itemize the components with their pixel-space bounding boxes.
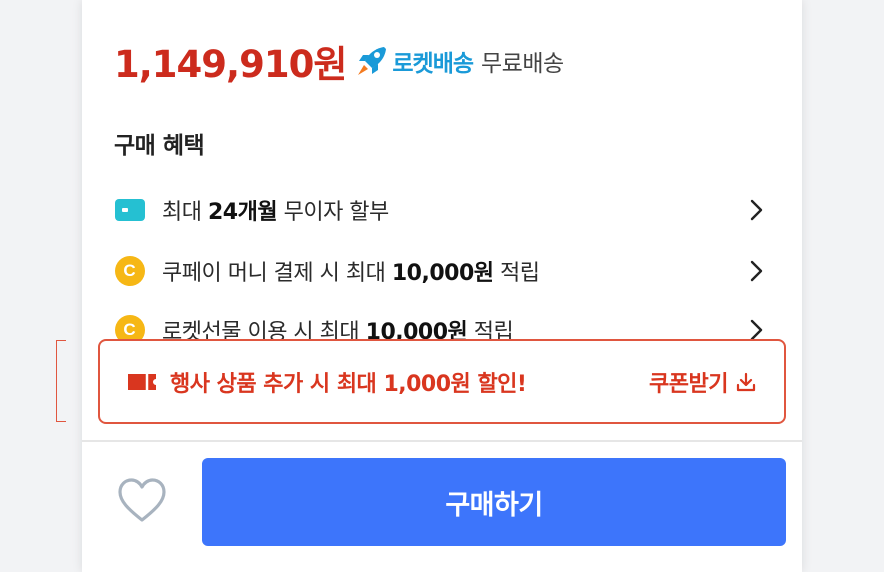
get-coupon-button[interactable]: 쿠폰받기 xyxy=(649,366,758,398)
download-icon xyxy=(736,372,756,391)
buy-button[interactable]: 구매하기 xyxy=(202,458,786,546)
get-coupon-label: 쿠폰받기 xyxy=(649,371,728,397)
footer-divider xyxy=(82,440,802,442)
benefit-label: 최대 24개월 무이자 할부 xyxy=(162,200,389,225)
price-amount: 1,149,910원 xyxy=(114,43,347,86)
benefit-coupay[interactable]: C 쿠페이 머니 결제 시 최대 10,000원 적립 xyxy=(114,251,770,291)
chevron-right-icon[interactable] xyxy=(742,316,770,340)
coupon-text: 행사 상품 추가 시 최대 1,000원 할인! xyxy=(170,371,527,397)
side-bracket-marker xyxy=(56,340,66,422)
free-shipping-label: 무료배송 xyxy=(481,51,564,77)
price-row: 1,149,910원 로켓배송 무료배송 xyxy=(114,34,564,88)
coupon-ticket-icon xyxy=(128,373,156,390)
benefit-list-clip: C 로켓선물 이용 시 최대 10,000원 적립 xyxy=(82,310,802,340)
chevron-right-icon[interactable] xyxy=(742,196,770,224)
benefit-rocket-gift[interactable]: C 로켓선물 이용 시 최대 10,000원 적립 xyxy=(114,310,770,340)
benefit-installment[interactable]: 최대 24개월 무이자 할부 xyxy=(114,190,770,230)
chevron-right-icon[interactable] xyxy=(742,257,770,285)
coin-icon: C xyxy=(114,256,145,286)
coupon-banner[interactable]: 행사 상품 추가 시 최대 1,000원 할인! 쿠폰받기 xyxy=(98,339,786,424)
benefits-title: 구매 혜택 xyxy=(114,133,205,159)
wishlist-heart-icon[interactable] xyxy=(116,476,168,526)
card-icon xyxy=(114,199,145,221)
rocket-icon xyxy=(358,47,387,75)
benefit-label: 쿠페이 머니 결제 시 최대 10,000원 적립 xyxy=(162,261,540,286)
coin-icon: C xyxy=(114,315,145,340)
product-purchase-panel: 1,149,910원 로켓배송 무료배송 구매 혜택 최대 24개월 무이자 할… xyxy=(82,0,802,572)
rocket-delivery-label: 로켓배송 xyxy=(392,51,474,77)
benefit-label: 로켓선물 이용 시 최대 10,000원 적립 xyxy=(162,320,514,340)
